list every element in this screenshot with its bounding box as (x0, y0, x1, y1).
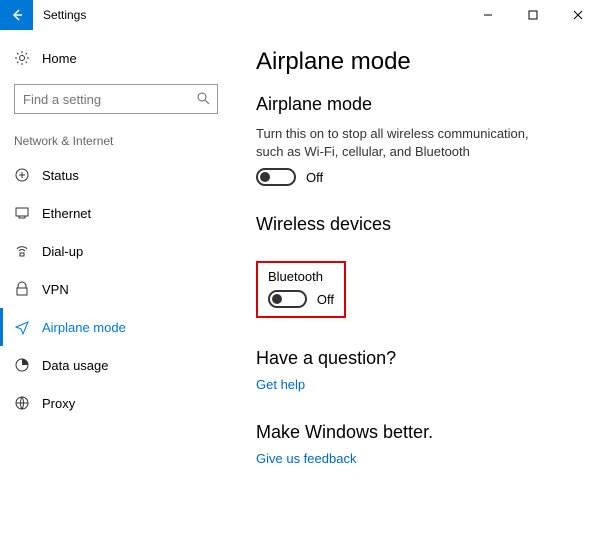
vpn-icon (14, 281, 30, 297)
ethernet-icon (14, 205, 30, 221)
sidebar-item-label: Status (42, 168, 79, 183)
dialup-icon (14, 243, 30, 259)
toggle-knob (272, 294, 282, 304)
feedback-heading: Make Windows better. (256, 422, 576, 443)
airplane-toggle-row: Off (256, 168, 576, 186)
airplane-description: Turn this on to stop all wireless commun… (256, 125, 556, 160)
sidebar-category: Network & Internet (0, 126, 232, 156)
sidebar-item-vpn[interactable]: VPN (0, 270, 232, 308)
airplane-mode-toggle[interactable] (256, 168, 296, 186)
data-usage-icon (14, 357, 30, 373)
gear-icon (14, 50, 30, 66)
proxy-icon (14, 395, 30, 411)
sidebar-item-proxy[interactable]: Proxy (0, 384, 232, 422)
wireless-heading: Wireless devices (256, 214, 576, 235)
bluetooth-toggle[interactable] (268, 290, 307, 308)
airplane-heading: Airplane mode (256, 94, 576, 115)
sidebar-item-label: VPN (42, 282, 69, 297)
home-label: Home (42, 51, 77, 66)
sidebar-item-label: Ethernet (42, 206, 91, 221)
question-heading: Have a question? (256, 348, 576, 369)
airplane-icon (14, 319, 30, 335)
arrow-left-icon (10, 8, 24, 22)
sidebar-item-label: Data usage (42, 358, 109, 373)
sidebar-item-dialup[interactable]: Dial-up (0, 232, 232, 270)
status-icon (14, 167, 30, 183)
sidebar-item-label: Dial-up (42, 244, 83, 259)
sidebar-item-data-usage[interactable]: Data usage (0, 346, 232, 384)
bluetooth-toggle-state: Off (317, 292, 334, 307)
page-title: Airplane mode (256, 48, 576, 76)
sidebar-item-label: Airplane mode (42, 320, 126, 335)
sidebar-home[interactable]: Home (0, 40, 232, 76)
sidebar-item-label: Proxy (42, 396, 75, 411)
sidebar: Home Network & Internet Status Ethernet … (0, 30, 232, 537)
sidebar-item-status[interactable]: Status (0, 156, 232, 194)
airplane-toggle-state: Off (306, 170, 323, 185)
bluetooth-highlight: Bluetooth Off (256, 261, 346, 318)
titlebar: Settings (0, 0, 600, 30)
search-box (14, 84, 218, 114)
bluetooth-toggle-row: Off (268, 290, 334, 308)
main-content: Airplane mode Airplane mode Turn this on… (232, 30, 600, 537)
sidebar-item-ethernet[interactable]: Ethernet (0, 194, 232, 232)
toggle-knob (260, 172, 270, 182)
bluetooth-label: Bluetooth (268, 269, 334, 284)
window-title: Settings (43, 8, 86, 22)
close-button[interactable] (555, 0, 600, 30)
search-icon (196, 91, 210, 105)
get-help-link[interactable]: Get help (256, 377, 305, 392)
window-controls (465, 0, 600, 30)
search-input[interactable] (14, 84, 218, 114)
feedback-link[interactable]: Give us feedback (256, 451, 356, 466)
maximize-button[interactable] (510, 0, 555, 30)
back-button[interactable] (0, 0, 33, 30)
sidebar-item-airplane-mode[interactable]: Airplane mode (0, 308, 232, 346)
minimize-button[interactable] (465, 0, 510, 30)
